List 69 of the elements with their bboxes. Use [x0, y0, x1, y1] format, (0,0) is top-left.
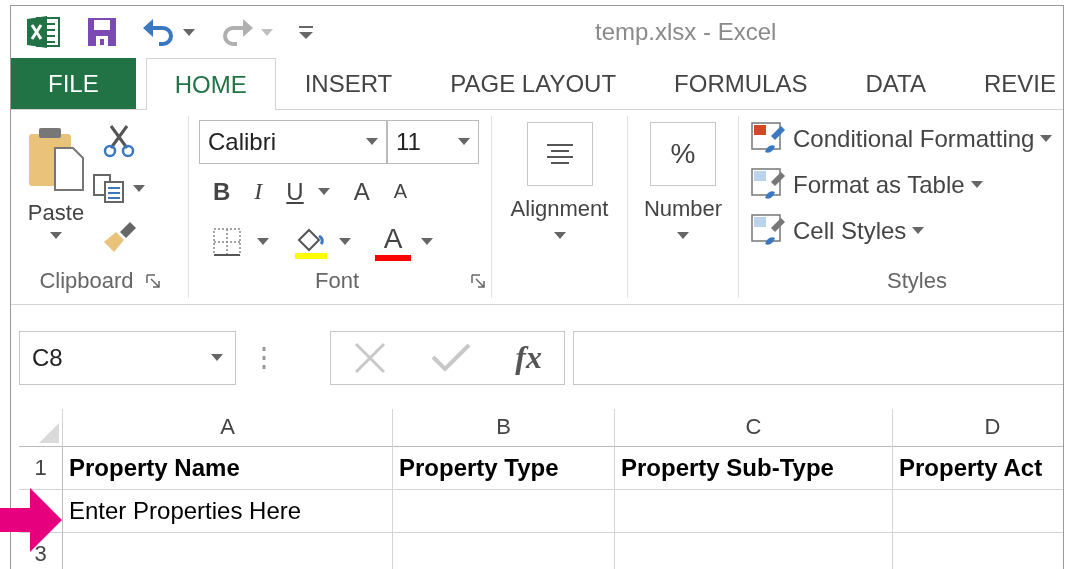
insert-function-button[interactable]: fx — [515, 339, 542, 377]
column-header[interactable]: C — [615, 409, 893, 447]
styles-menu-item[interactable]: Conditional Formatting — [751, 115, 1053, 162]
table-cell[interactable]: Property Type — [393, 447, 615, 490]
caret-icon — [970, 181, 983, 189]
caret-icon — [133, 185, 145, 193]
number-button[interactable]: % Number — [628, 115, 738, 239]
window-title: temp.xlsx - Excel — [595, 18, 777, 47]
save-icon[interactable] — [87, 17, 117, 48]
table-brush-icon — [751, 167, 787, 202]
column-header[interactable]: D — [893, 409, 1063, 447]
caret-icon — [677, 231, 689, 239]
table-cell[interactable]: Property Sub-Type — [615, 447, 893, 490]
customize-menu-icon[interactable] — [299, 24, 313, 41]
table-brush-icon — [751, 121, 787, 156]
corner-triangle-icon — [39, 423, 59, 443]
borders-button[interactable] — [213, 227, 269, 256]
format-painter-icon[interactable] — [102, 219, 136, 252]
file-tab[interactable]: FILE — [11, 58, 136, 109]
table-cell[interactable]: Enter Properties Here — [63, 490, 393, 533]
paste-button[interactable]: Paste — [25, 123, 87, 239]
italic-button[interactable]: I — [254, 178, 263, 206]
caret-icon — [1040, 135, 1053, 143]
font-color-button[interactable]: A — [383, 222, 403, 255]
caret-icon — [553, 231, 566, 239]
caret-icon — [317, 188, 330, 196]
font-size-field[interactable]: 11 — [387, 119, 479, 164]
styles-menu-item[interactable]: Format as Table — [751, 161, 983, 208]
grip-icon — [262, 346, 266, 369]
cut-icon[interactable] — [103, 123, 135, 158]
row-header[interactable]: 1 — [19, 447, 63, 490]
table-cell[interactable]: Property Act — [893, 447, 1063, 490]
align-center-icon — [526, 121, 593, 186]
dialog-launcher-icon[interactable] — [145, 273, 160, 288]
group-label: Styles — [887, 267, 947, 294]
ribbon-tab[interactable]: HOME — [145, 58, 276, 110]
font-name-field[interactable]: Calibri — [199, 119, 387, 164]
caret-icon — [183, 28, 195, 36]
shrink-font-button[interactable]: A — [393, 180, 408, 204]
caret-icon — [458, 138, 470, 146]
copy-button[interactable] — [93, 173, 145, 204]
caret-icon — [261, 28, 273, 36]
color-bar-icon — [375, 254, 411, 261]
dialog-launcher-icon[interactable] — [471, 273, 485, 288]
caret-icon — [912, 227, 925, 235]
table-cell[interactable] — [393, 490, 615, 533]
caret-icon — [421, 238, 433, 246]
column-header[interactable]: B — [393, 409, 615, 447]
alignment-button[interactable]: Alignment — [492, 115, 627, 239]
undo-button[interactable] — [143, 18, 195, 47]
caret-icon — [339, 238, 351, 246]
caret-icon — [257, 238, 269, 246]
table-brush-icon — [751, 213, 787, 248]
caret-icon — [50, 231, 62, 239]
formula-input[interactable] — [573, 330, 1063, 385]
underline-button[interactable]: U — [286, 177, 330, 206]
spreadsheet-app-icon — [27, 15, 61, 50]
bold-button[interactable]: B — [213, 177, 231, 206]
table-cell[interactable]: Property Name — [63, 447, 393, 490]
name-box[interactable]: C8 — [19, 330, 236, 385]
styles-menu-item[interactable]: Cell Styles — [751, 207, 925, 254]
caret-icon — [366, 138, 378, 146]
column-header[interactable]: A — [63, 409, 393, 447]
grow-font-button[interactable]: A — [353, 177, 370, 206]
group-label: Font — [315, 267, 359, 294]
table-cell[interactable] — [615, 490, 893, 533]
check-icon[interactable] — [431, 342, 472, 373]
group-label: Clipboard — [39, 267, 134, 294]
caret-icon — [211, 354, 223, 362]
